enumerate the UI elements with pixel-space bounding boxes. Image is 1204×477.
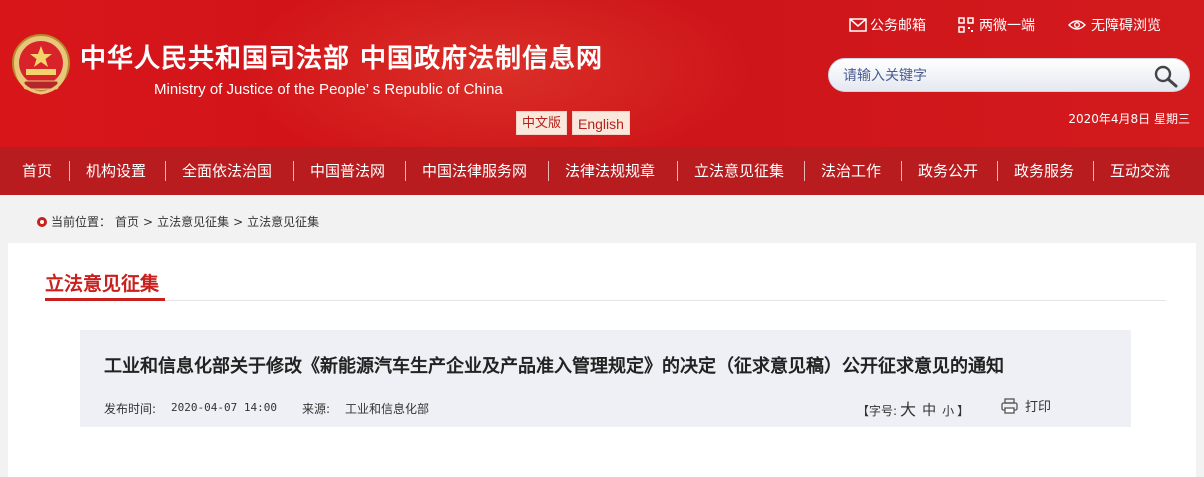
font-size-close: 】 bbox=[957, 404, 970, 418]
section-title: 立法意见征集 bbox=[45, 273, 160, 295]
article-title: 工业和信息化部关于修改《新能源汽车生产企业及产品准入管理规定》的决定（征求意见稿… bbox=[104, 356, 1004, 377]
breadcrumb-separator: > bbox=[143, 214, 154, 229]
nav-item-legislation-comments[interactable]: 立法意见征集 bbox=[694, 147, 784, 195]
current-date: 2020年4月8日 星期三 bbox=[1068, 112, 1190, 126]
search-box bbox=[828, 58, 1190, 92]
font-size-label: 【字号: bbox=[857, 404, 898, 418]
nav-item-rule-of-law-work[interactable]: 法治工作 bbox=[821, 147, 881, 195]
publish-time-value: 2020-04-07 14:00 bbox=[171, 401, 277, 414]
nav-separator bbox=[69, 161, 70, 181]
breadcrumb-area: 当前位置： 首页 > 立法意见征集 > 立法意见征集 bbox=[0, 195, 1204, 243]
nav-item-services[interactable]: 政务服务 bbox=[1014, 147, 1074, 195]
font-size-medium-button[interactable]: 中 bbox=[922, 400, 936, 420]
nav-separator bbox=[293, 161, 294, 181]
nav-item-government-affairs[interactable]: 政务公开 bbox=[918, 147, 978, 195]
lang-chinese-button[interactable]: 中文版 bbox=[516, 111, 568, 135]
nav-item-interaction[interactable]: 互动交流 bbox=[1110, 147, 1170, 195]
font-size-large-button[interactable]: 大 bbox=[900, 396, 916, 420]
nav-separator bbox=[901, 161, 902, 181]
nav-item-rule-of-law[interactable]: 全面依法治国 bbox=[182, 147, 272, 195]
breadcrumb-legislation[interactable]: 立法意见征集 bbox=[157, 213, 229, 230]
nav-separator bbox=[997, 161, 998, 181]
breadcrumb: 当前位置： 首页 > 立法意见征集 > 立法意见征集 bbox=[37, 213, 323, 230]
search-icon[interactable] bbox=[1153, 64, 1179, 88]
site-title: 中华人民共和国司法部 中国政府法制信息网 bbox=[80, 44, 604, 74]
print-label: 打印 bbox=[1025, 400, 1052, 415]
print-button[interactable]: 打印 bbox=[1001, 396, 1051, 415]
section-divider bbox=[45, 300, 1166, 301]
publish-time-label: 发布时间: bbox=[104, 402, 157, 416]
nav-item-laws[interactable]: 法律法规规章 bbox=[565, 147, 655, 195]
breadcrumb-separator: > bbox=[233, 214, 244, 229]
nav-separator bbox=[1093, 161, 1094, 181]
national-emblem-icon bbox=[12, 34, 70, 95]
nav-separator bbox=[804, 161, 805, 181]
location-pin-icon bbox=[37, 216, 47, 227]
nav-separator bbox=[677, 161, 678, 181]
printer-icon bbox=[1001, 397, 1018, 414]
search-input[interactable] bbox=[843, 65, 1143, 87]
site-subtitle: Ministry of Justice of the People’ s Rep… bbox=[154, 81, 503, 98]
eye-icon bbox=[1068, 20, 1086, 30]
wechat-weibo-label: 两微一端 bbox=[979, 18, 1035, 34]
nav-item-legal-services[interactable]: 中国法律服务网 bbox=[422, 147, 527, 195]
mail-icon bbox=[849, 18, 867, 32]
font-size-control: 【字号: 大 中 小 】 bbox=[857, 396, 969, 420]
wechat-weibo-link[interactable]: 两微一端 bbox=[958, 15, 1035, 35]
top-links: 公务邮箱 两微一端 无障碍浏览 bbox=[804, 15, 1204, 37]
nav-item-organization[interactable]: 机构设置 bbox=[86, 147, 146, 195]
nav-separator bbox=[165, 161, 166, 181]
site-header: 中华人民共和国司法部 中国政府法制信息网 Ministry of Justice… bbox=[0, 0, 1204, 147]
accessibility-label: 无障碍浏览 bbox=[1091, 18, 1161, 34]
font-size-small-button[interactable]: 小 bbox=[942, 402, 954, 419]
main-panel: 立法意见征集 工业和信息化部关于修改《新能源汽车生产企业及产品准入管理规定》的决… bbox=[8, 243, 1196, 477]
mail-link-label: 公务邮箱 bbox=[870, 18, 926, 34]
breadcrumb-prefix: 当前位置： bbox=[51, 215, 112, 229]
mail-link[interactable]: 公务邮箱 bbox=[849, 15, 926, 35]
nav-separator bbox=[548, 161, 549, 181]
breadcrumb-current[interactable]: 立法意见征集 bbox=[247, 213, 319, 230]
article-header: 工业和信息化部关于修改《新能源汽车生产企业及产品准入管理规定》的决定（征求意见稿… bbox=[80, 330, 1131, 427]
source-label: 来源: bbox=[302, 402, 331, 416]
qr-icon bbox=[958, 17, 974, 33]
lang-english-button[interactable]: English bbox=[572, 111, 630, 135]
accessibility-link[interactable]: 无障碍浏览 bbox=[1068, 15, 1161, 35]
source-value: 工业和信息化部 bbox=[345, 402, 430, 416]
main-nav: 首页 机构设置 全面依法治国 中国普法网 中国法律服务网 法律法规规章 立法意见… bbox=[0, 147, 1204, 195]
section-underline bbox=[45, 298, 165, 301]
breadcrumb-home[interactable]: 首页 bbox=[115, 213, 139, 230]
nav-item-home[interactable]: 首页 bbox=[22, 147, 52, 195]
nav-item-pufa[interactable]: 中国普法网 bbox=[310, 147, 385, 195]
nav-separator bbox=[405, 161, 406, 181]
